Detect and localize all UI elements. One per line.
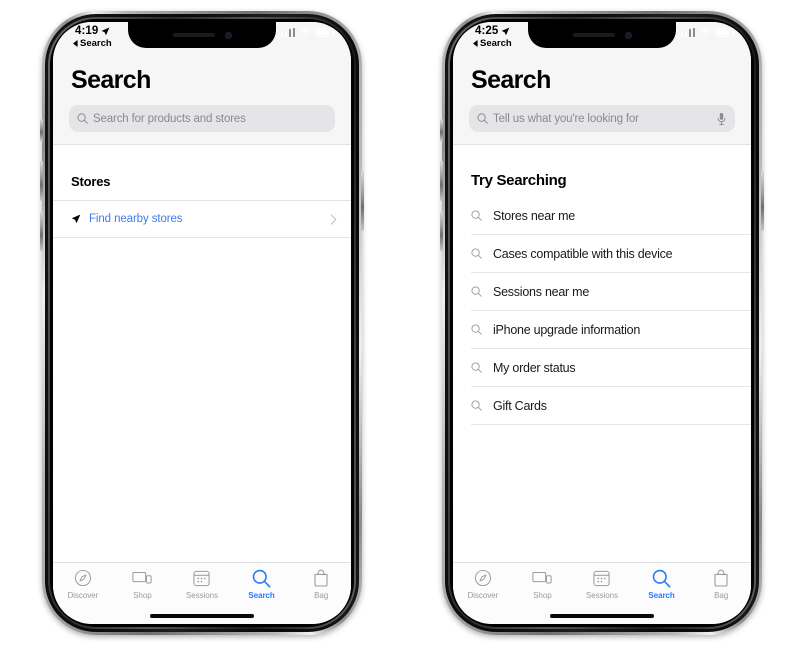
chevron-right-icon — [330, 213, 337, 225]
devices-icon — [132, 568, 152, 588]
tab-sessions[interactable]: Sessions — [572, 568, 632, 600]
search-input[interactable]: Tell us what you're looking for — [469, 105, 735, 132]
page-title: Search — [471, 66, 551, 94]
calendar-icon — [593, 568, 611, 588]
iphone-device-left: 4:19 Search Search Search for products a… — [40, 11, 364, 635]
section-title-stores: Stores — [71, 174, 111, 189]
list-item-label: Gift Cards — [493, 398, 547, 413]
microphone-icon[interactable] — [717, 112, 726, 126]
search-icon — [471, 286, 488, 297]
device-screen-left: 4:19 Search Search Search for products a… — [53, 22, 351, 624]
shopping-bag-icon — [313, 568, 329, 588]
front-camera-icon — [624, 31, 632, 39]
notch — [128, 22, 276, 48]
tab-bag[interactable]: Bag — [691, 568, 751, 600]
volume-up-button[interactable] — [440, 161, 443, 201]
list-item-label: iPhone upgrade information — [493, 322, 641, 337]
iphone-device-right: 4:25 Search Search Tell us what you're l… — [440, 11, 764, 635]
suggestion-list: Stores near me Cases compatible with thi… — [453, 197, 751, 425]
tab-discover[interactable]: Discover — [53, 568, 113, 600]
find-nearby-stores-label: Find nearby stores — [89, 213, 183, 225]
search-icon — [471, 248, 488, 259]
list-item[interactable]: iPhone upgrade information — [471, 311, 751, 349]
search-icon — [252, 568, 271, 588]
tab-discover-label: Discover — [67, 591, 99, 600]
search-icon — [652, 568, 671, 588]
volume-down-button[interactable] — [440, 211, 443, 251]
devices-icon — [532, 568, 552, 588]
device-screen-right: 4:25 Search Search Tell us what you're l… — [453, 22, 751, 624]
tab-bag[interactable]: Bag — [291, 568, 351, 600]
mute-switch[interactable] — [40, 119, 43, 141]
tab-discover-label: Discover — [467, 591, 499, 600]
list-item[interactable]: Sessions near me — [471, 273, 751, 311]
find-nearby-stores-row[interactable]: Find nearby stores — [53, 200, 351, 238]
earpiece-speaker-icon — [572, 33, 615, 37]
earpiece-speaker-icon — [172, 33, 215, 37]
list-item[interactable]: My order status — [471, 349, 751, 387]
notch — [528, 22, 676, 48]
compass-icon — [474, 568, 492, 588]
search-icon — [77, 113, 88, 124]
tab-search[interactable]: Search — [232, 568, 292, 600]
volume-up-button[interactable] — [40, 161, 43, 201]
tab-sessions[interactable]: Sessions — [172, 568, 232, 600]
search-input-placeholder: Search for products and stores — [93, 112, 246, 125]
page-title: Search — [71, 66, 151, 94]
tab-search-label: Search — [648, 591, 675, 600]
screenshot-canvas: 4:19 Search Search Search for products a… — [0, 0, 800, 646]
tab-discover[interactable]: Discover — [453, 568, 513, 600]
tab-shop[interactable]: Shop — [113, 568, 173, 600]
location-arrow-icon — [71, 214, 81, 224]
list-item[interactable]: Cases compatible with this device — [471, 235, 751, 273]
search-icon — [471, 400, 488, 411]
home-indicator[interactable] — [550, 614, 654, 618]
search-icon — [471, 324, 488, 335]
shopping-bag-icon — [713, 568, 729, 588]
list-item[interactable]: Gift Cards — [471, 387, 751, 425]
search-icon — [471, 362, 488, 373]
content-area-right: Try Searching Stores near me Cases compa… — [453, 162, 751, 568]
list-item[interactable]: Stores near me — [471, 197, 751, 235]
home-indicator[interactable] — [150, 614, 254, 618]
search-icon — [477, 113, 488, 124]
calendar-icon — [193, 568, 211, 588]
list-item-label: Cases compatible with this device — [493, 246, 673, 261]
search-input-placeholder: Tell us what you're looking for — [493, 112, 639, 125]
compass-icon — [74, 568, 92, 588]
search-input[interactable]: Search for products and stores — [69, 105, 335, 132]
tab-sessions-label: Sessions — [585, 591, 619, 600]
tab-search[interactable]: Search — [632, 568, 692, 600]
tab-shop-label: Shop — [533, 591, 552, 600]
list-item-label: Stores near me — [493, 208, 575, 223]
tab-bag-label: Bag — [314, 591, 329, 600]
tab-shop-label: Shop — [133, 591, 152, 600]
tab-shop[interactable]: Shop — [513, 568, 573, 600]
tab-sessions-label: Sessions — [185, 591, 219, 600]
tab-search-label: Search — [248, 591, 275, 600]
list-item-label: Sessions near me — [493, 284, 590, 299]
section-title-try-searching: Try Searching — [471, 172, 567, 189]
content-area-left: Stores Find nearby stores — [53, 162, 351, 568]
tab-bag-label: Bag — [714, 591, 729, 600]
power-button[interactable] — [761, 171, 764, 231]
list-item-label: My order status — [493, 360, 576, 375]
mute-switch[interactable] — [440, 119, 443, 141]
front-camera-icon — [224, 31, 232, 39]
search-icon — [471, 210, 488, 221]
power-button[interactable] — [361, 171, 364, 231]
volume-down-button[interactable] — [40, 211, 43, 251]
